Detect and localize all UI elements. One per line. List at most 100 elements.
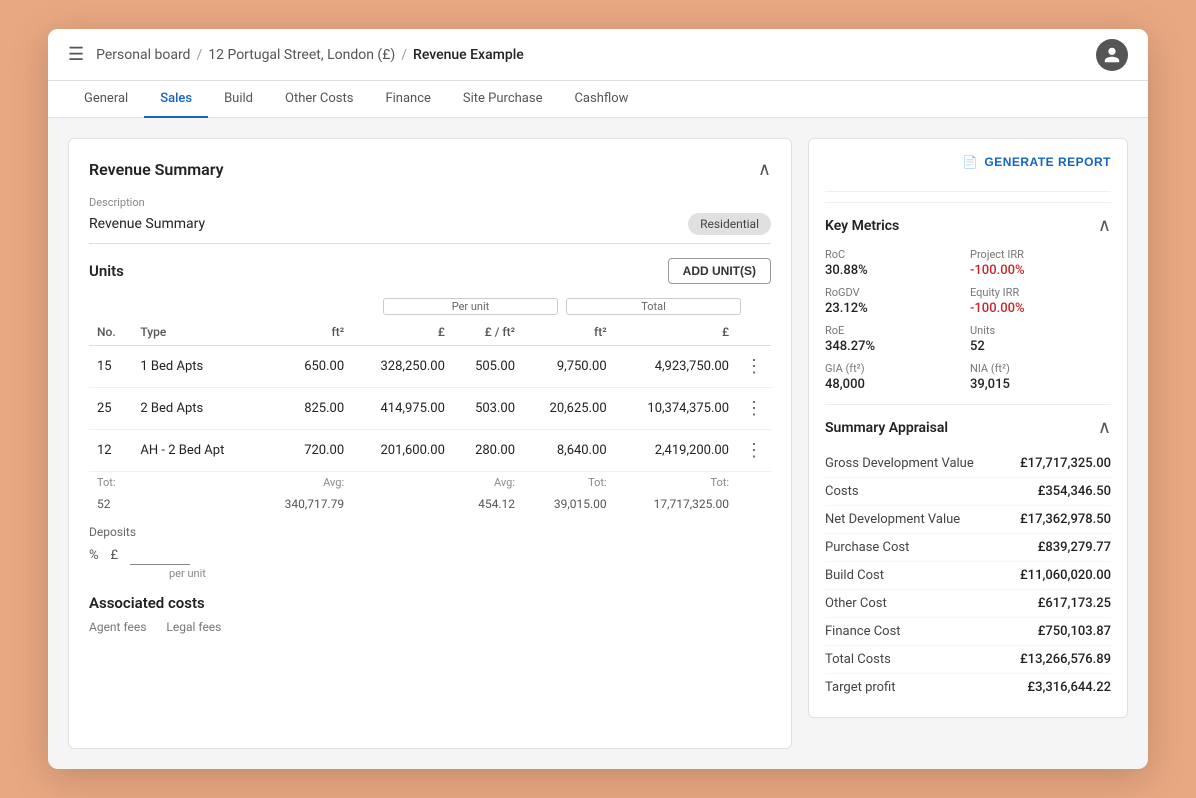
main-content: Revenue Summary ∧ Description Revenue Su… [48, 118, 1148, 769]
total-col-group: Total [566, 298, 741, 315]
th-total-gbp: £ [615, 319, 737, 346]
cell-type: AH - 2 Bed Apt [132, 430, 257, 472]
tot-no-val: 52 [89, 493, 132, 515]
cell-gbp: 328,250.00 [352, 346, 453, 388]
summary-header: Summary Appraisal ∧ [825, 417, 1111, 438]
percent-icon: % [89, 548, 99, 563]
summary-row: Total Costs£13,266,576.89 [825, 646, 1111, 674]
summary-row-value: £839,279.77 [1038, 540, 1111, 555]
metric-item: Units52 [970, 324, 1111, 354]
description-value: Revenue Summary [89, 216, 205, 232]
generate-report-button[interactable]: 📄 GENERATE REPORT [825, 155, 1111, 181]
row-menu-button[interactable]: ⋮ [745, 356, 763, 377]
tab-site-purchase[interactable]: Site Purchase [447, 81, 559, 118]
menu-icon[interactable]: ☰ [68, 44, 84, 65]
breadcrumb-current: Revenue Example [413, 47, 524, 63]
deposits-label: Deposits [89, 525, 771, 539]
metric-label: Units [970, 324, 1111, 337]
per-unit-col-group: Per unit [383, 298, 558, 315]
collapse-icon[interactable]: ∧ [758, 159, 771, 180]
cell-gbp: 201,600.00 [352, 430, 453, 472]
cell-dots[interactable]: ⋮ [737, 430, 771, 472]
summary-row-label: Net Development Value [825, 512, 960, 527]
metric-value: 23.12% [825, 301, 966, 316]
tab-build[interactable]: Build [208, 81, 269, 118]
metric-item: GIA (ft²)48,000 [825, 362, 966, 392]
right-card: 📄 GENERATE REPORT Key Metrics ∧ RoC 30.88… [808, 138, 1128, 718]
table-row: 25 2 Bed Apts 825.00 414,975.00 503.00 2… [89, 388, 771, 430]
tot-ft2-val: 340,717.79 [258, 493, 353, 515]
cell-gbp-ft2: 503.00 [453, 388, 523, 430]
summary-row-value: £617,173.25 [1038, 596, 1111, 611]
summary-row-value: £13,266,576.89 [1020, 652, 1111, 667]
tab-finance[interactable]: Finance [369, 81, 446, 118]
metric-item: RoC 30.88% [825, 248, 966, 278]
metric-label: Project IRR [970, 248, 1111, 261]
tab-cashflow[interactable]: Cashflow [558, 81, 644, 118]
key-metrics-title: Key Metrics [825, 218, 899, 234]
th-gbp: £ [352, 319, 453, 346]
metric-value: 39,015 [970, 377, 1111, 392]
app-window: ☰ Personal board / 12 Portugal Street, L… [48, 29, 1148, 769]
tabs-bar: General Sales Build Other Costs Finance … [48, 81, 1148, 118]
row-menu-button[interactable]: ⋮ [745, 398, 763, 419]
avatar[interactable] [1096, 39, 1128, 71]
metric-label: RoE [825, 324, 966, 337]
units-header-row: Units ADD UNIT(S) [89, 258, 771, 284]
th-type: Type [132, 319, 257, 346]
metric-label: RoC [825, 248, 966, 261]
summary-row-value: £3,316,644.22 [1027, 680, 1111, 695]
summary-row-value: £11,060,020.00 [1020, 568, 1111, 583]
summary-row-value: £17,362,978.50 [1020, 512, 1111, 527]
tab-general[interactable]: General [68, 81, 144, 118]
summary-row-label: Purchase Cost [825, 540, 909, 555]
tab-sales[interactable]: Sales [144, 81, 208, 118]
description-label: Description [89, 196, 771, 209]
tot-ft2-label: Avg: [258, 472, 353, 494]
summary-row-label: Other Cost [825, 596, 887, 611]
breadcrumb-part1: Personal board [96, 47, 190, 63]
row-menu-button[interactable]: ⋮ [745, 440, 763, 461]
panel-header: Revenue Summary ∧ [89, 159, 771, 180]
metric-label: GIA (ft²) [825, 362, 966, 375]
metric-item: NIA (ft²)39,015 [970, 362, 1111, 392]
th-gbp-ft2: £ / ft² [453, 319, 523, 346]
metrics-grid: RoC30.88%Project IRR-100.00%RoGDV23.12%E… [825, 248, 1111, 392]
tot-gbpft2-val: 454.12 [453, 493, 523, 515]
cell-total-ft2: 9,750.00 [523, 346, 615, 388]
th-no: No. [89, 319, 132, 346]
cell-ft2: 650.00 [258, 346, 353, 388]
summary-row: Net Development Value £17,362,978.50 [825, 506, 1111, 534]
metric-item: Equity IRR-100.00% [970, 286, 1111, 316]
cell-total-ft2: 20,625.00 [523, 388, 615, 430]
right-panel: 📄 GENERATE REPORT Key Metrics ∧ RoC 30.88… [808, 138, 1128, 749]
totals-row: Tot: Avg: Avg: Tot: Tot: [89, 472, 771, 494]
table-row: 15 1 Bed Apts 650.00 328,250.00 505.00 9… [89, 346, 771, 388]
summary-row: Costs£354,346.50 [825, 478, 1111, 506]
cell-dots[interactable]: ⋮ [737, 346, 771, 388]
tab-other-costs[interactable]: Other Costs [269, 81, 369, 118]
summary-row: Finance Cost£750,103.87 [825, 618, 1111, 646]
summary-row-label: Gross Development Value [825, 456, 974, 471]
tot-gbpft2-label: Avg: [453, 472, 523, 494]
summary-row: Target profit £3,316,644.22 [825, 674, 1111, 701]
breadcrumb: Personal board / 12 Portugal Street, Lon… [96, 47, 1084, 63]
metric-value: 30.88% [825, 263, 966, 278]
metrics-collapse-icon[interactable]: ∧ [1098, 215, 1111, 236]
cell-dots[interactable]: ⋮ [737, 388, 771, 430]
cell-total-gbp: 4,923,750.00 [615, 346, 737, 388]
tot-totalgbp-val: 17,717,325.00 [615, 493, 737, 515]
left-panel: Revenue Summary ∧ Description Revenue Su… [68, 138, 792, 749]
summary-rows: Gross Development Value£17,717,325.00Cos… [825, 450, 1111, 701]
summary-collapse-icon[interactable]: ∧ [1098, 417, 1111, 438]
summary-row-label: Target profit [825, 680, 896, 695]
cell-total-gbp: 2,419,200.00 [615, 430, 737, 472]
table-row: 12 AH - 2 Bed Apt 720.00 201,600.00 280.… [89, 430, 771, 472]
units-table: No. Type ft² £ £ / ft² ft² £ 15 1 Bed Ap… [89, 319, 771, 515]
metric-value: -100.00% [970, 301, 1111, 316]
add-unit-button[interactable]: ADD UNIT(S) [668, 258, 771, 284]
summary-row-label: Costs [825, 484, 859, 499]
deposits-gbp-input[interactable] [130, 545, 190, 565]
units-table-wrap: No. Type ft² £ £ / ft² ft² £ 15 1 Bed Ap… [89, 319, 771, 515]
cell-total-gbp: 10,374,375.00 [615, 388, 737, 430]
